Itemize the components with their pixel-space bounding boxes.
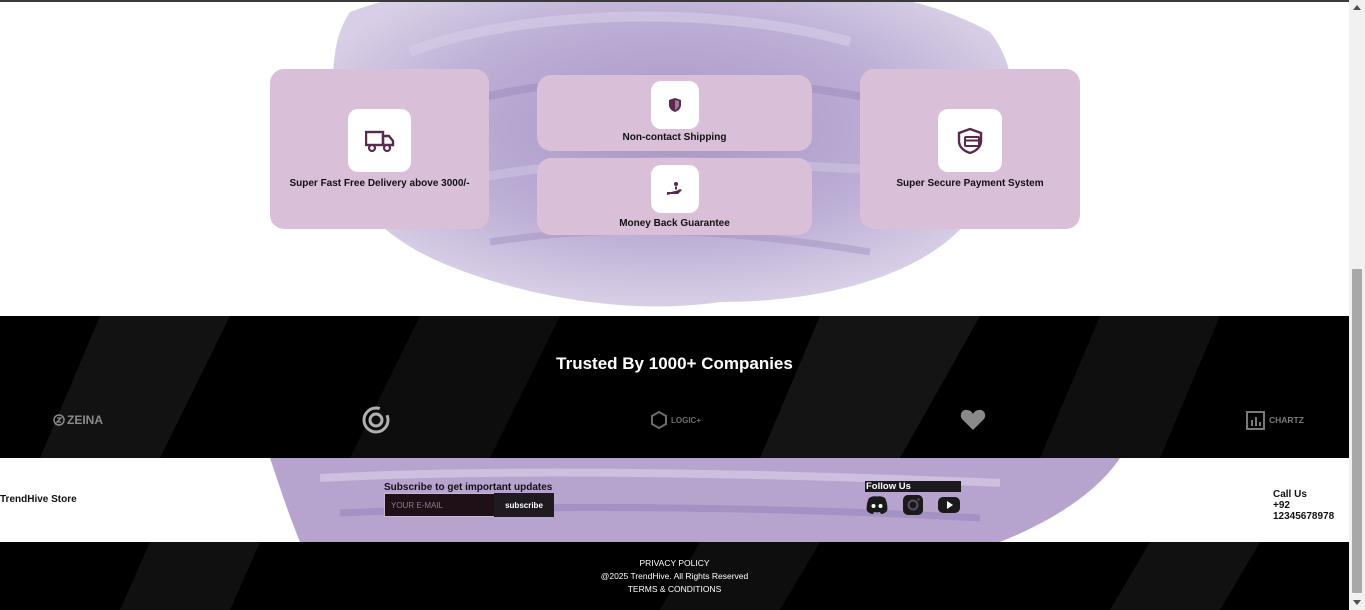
shield-icon-box [650,81,699,129]
secure-card-icon [957,127,983,154]
feature-money-label: Money Back Guarantee [619,217,730,229]
logic-logo: LOGIC+ [650,406,701,434]
page: Super Fast Free Delivery above 3000/- No… [0,0,1365,610]
chartz-logo-icon [1246,410,1265,430]
trusted-title: Trusted By 1000+ Companies [556,354,793,373]
feature-card-payment: Super Secure Payment System [860,69,1080,229]
logic-logo-text: LOGIC+ [671,415,702,425]
subscribe-button[interactable]: subscribe [494,493,554,517]
paint-smear-background-2 [270,458,1120,542]
copyright-text: @2025 TrendHive. All Rights Reserved [600,571,749,581]
feature-delivery-label: Super Fast Free Delivery above 3000/- [289,178,470,189]
call-us-label: Call Us [1273,489,1307,500]
store-name: TrendHive Store [0,494,77,505]
truck-icon [364,130,394,152]
call-us-block: Call Us +92 12345678978 [1273,489,1349,522]
email-input[interactable]: YOUR E-MAIL [384,493,495,517]
hand-coin-icon [666,181,682,195]
hand-coin-icon-box [650,164,699,213]
privacy-policy-link[interactable]: PRIVACY POLICY [0,558,1349,568]
zeina-logo: ZEINA [53,406,103,434]
subscribe-title: Subscribe to get important updates [384,482,553,493]
logic-logo-icon [651,411,667,429]
heart-logo-icon [960,409,986,430]
dark-texture-background [40,316,1220,458]
feature-shipping-label: Non-contact Shipping [622,132,727,143]
zeina-logo-icon [53,414,65,426]
scrollbar[interactable] [1349,0,1365,610]
chartz-logo: CHARTZ [1246,406,1304,434]
secure-card-icon-box [938,109,1002,172]
feature-card-delivery: Super Fast Free Delivery above 3000/- [270,69,489,229]
zeina-logo-text: ZEINA [67,413,103,427]
follow-us-title: Follow Us [865,481,961,492]
terms-link[interactable]: TERMS & CONDITIONS [0,584,1349,594]
footer: PRIVACY POLICY @2025 TrendHive. All Righ… [0,542,1349,610]
trusted-section: Trusted By 1000+ Companies ZEINA LOGIC+ … [0,316,1349,458]
spiral-logo-icon [362,406,390,434]
scroll-up-arrow[interactable] [1353,5,1361,10]
scroll-down-arrow[interactable] [1353,600,1361,605]
instagram-icon[interactable] [901,494,925,516]
truck-icon-box [348,109,411,172]
youtube-icon[interactable] [937,494,961,516]
discord-icon[interactable] [865,494,889,516]
feature-card-shipping: Non-contact Shipping [537,75,812,151]
shield-icon [668,98,681,112]
spiral-logo [362,406,390,434]
features-section: Super Fast Free Delivery above 3000/- No… [0,2,1349,316]
feature-card-money: Money Back Guarantee [537,158,812,235]
chartz-logo-text: CHARTZ [1269,415,1304,425]
heart-logo [960,406,986,434]
subscribe-bar: TrendHive Store Subscribe to get importa… [0,458,1349,542]
scrollbar-thumb[interactable] [1352,269,1362,593]
feature-payment-label: Super Secure Payment System [896,178,1044,189]
phone-number: +92 12345678978 [1273,500,1335,522]
